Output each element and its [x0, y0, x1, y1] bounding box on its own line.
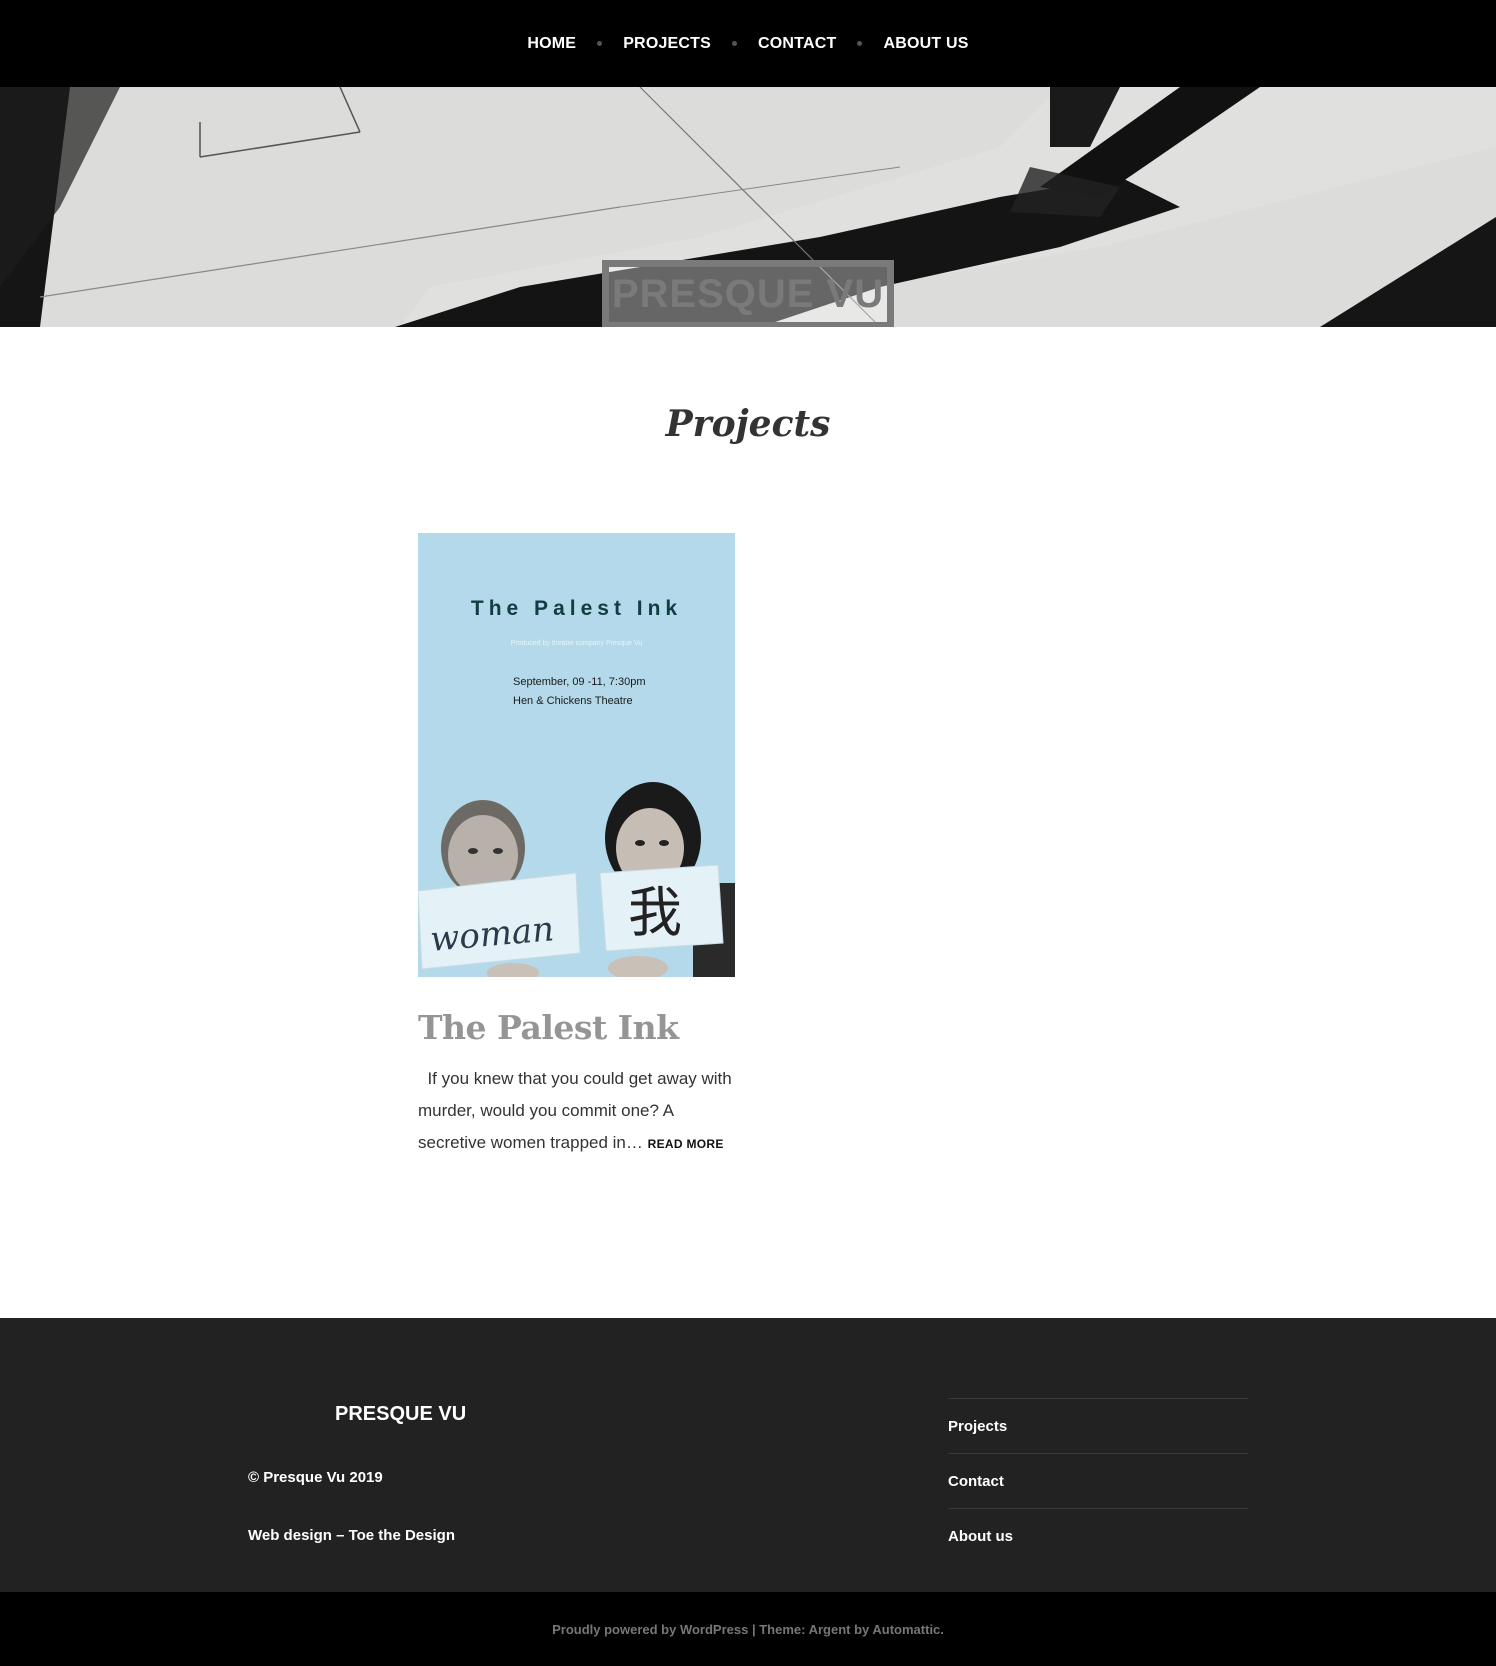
poster-producer: Produced by theatre company Presque Vu — [510, 640, 643, 647]
site-title-box[interactable]: PRESQUE VU — [602, 260, 894, 327]
footer-link-projects[interactable]: Projects — [948, 1418, 1007, 1435]
footer-copyright: © Presque Vu 2019 — [248, 1469, 383, 1486]
poster-sign-right: 我 — [628, 881, 682, 944]
page-title: Projects — [665, 403, 831, 445]
wordpress-link[interactable]: Proudly powered by WordPress — [552, 1622, 748, 1637]
poster-title: The Palest Ink — [470, 597, 683, 620]
footer-link-about-us[interactable]: About us — [948, 1528, 1013, 1545]
nav-item-contact[interactable]: CONTACT — [758, 35, 836, 53]
nav-separator-dot — [732, 41, 738, 46]
project-featured-image[interactable]: The Palest Ink Produced by theatre compa… — [418, 533, 735, 977]
read-more-link[interactable]: READ MORE — [648, 1137, 724, 1151]
project-excerpt: If you knew that you could get away with… — [418, 1063, 738, 1160]
nav-separator-dot — [597, 41, 603, 46]
hero-header-image: PRESQUE VU — [0, 87, 1496, 327]
footer-menu: Projects Contact About us — [948, 1398, 1248, 1563]
nav-item-about-us[interactable]: ABOUT US — [883, 35, 968, 53]
footer-link-contact[interactable]: Contact — [948, 1473, 1004, 1490]
nav-item-projects[interactable]: PROJECTS — [623, 35, 711, 53]
nav-item-home[interactable]: HOME — [527, 35, 576, 53]
poster-date: September, 09 -11, 7:30pm — [513, 676, 646, 688]
poster-venue: Hen & Chickens Theatre — [513, 695, 633, 707]
top-navigation: HOME PROJECTS CONTACT ABOUT US — [0, 0, 1496, 87]
footer-brand: PRESQUE VU — [335, 1403, 467, 1425]
theme-credit-link[interactable]: Theme: Argent by Automattic. — [759, 1622, 944, 1637]
poster-photo: woman 我 — [418, 782, 735, 977]
project-title-link[interactable]: The Palest Ink — [418, 1008, 679, 1047]
nav-menu: HOME PROJECTS CONTACT ABOUT US — [527, 35, 968, 53]
nav-separator-dot — [857, 41, 863, 46]
site-title: PRESQUE VU — [611, 272, 885, 316]
site-info-separator: | — [748, 1621, 760, 1637]
footer-menu-item: About us — [948, 1508, 1248, 1563]
footer-credit: Web design – Toe the Design — [248, 1527, 455, 1544]
site-footer: PRESQUE VU © Presque Vu 2019 Web design … — [0, 1318, 1496, 1592]
site-info-bar: Proudly powered by WordPress | Theme: Ar… — [0, 1592, 1496, 1666]
footer-menu-item: Contact — [948, 1453, 1248, 1508]
footer-menu-item: Projects — [948, 1398, 1248, 1453]
